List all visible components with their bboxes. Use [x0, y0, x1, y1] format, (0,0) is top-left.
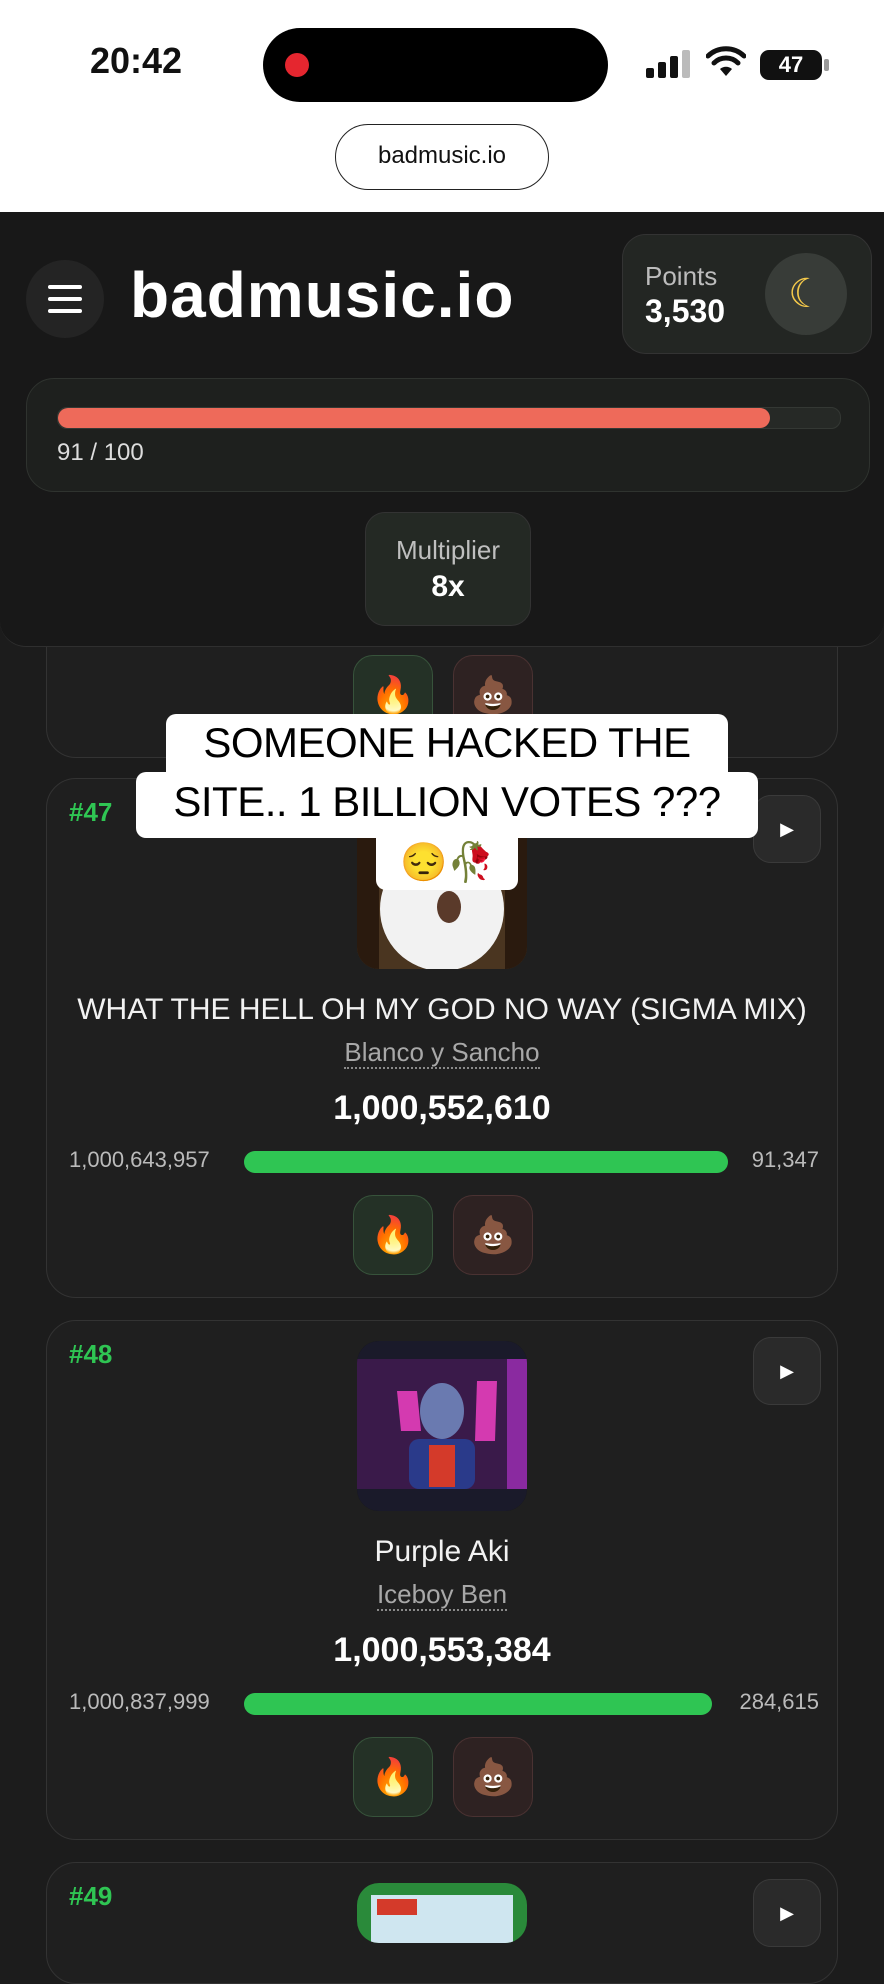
album-cover[interactable] — [357, 1341, 527, 1511]
fire-vote-button[interactable]: 🔥 — [353, 1737, 433, 1817]
points-value: 3,530 — [645, 293, 726, 329]
song-rank: #48 — [69, 1339, 113, 1369]
play-icon: ▶ — [780, 1361, 794, 1381]
hamburger-menu-icon — [48, 285, 82, 289]
song-card: #48 ▶ Purple Aki Iceboy Ben 1,000,553,38… — [46, 1320, 838, 1840]
vote-ratio-fill — [244, 1151, 728, 1173]
video-caption-line-2: SITE.. 1 BILLION VOTES ??? — [136, 772, 758, 838]
song-artist[interactable]: Blanco y Sancho — [47, 1037, 837, 1069]
fire-icon: 🔥 — [370, 1214, 416, 1255]
poop-icon: 💩 — [470, 674, 516, 715]
fire-vote-count: 1,000,643,957 — [69, 1147, 210, 1172]
song-rank: #47 — [69, 797, 113, 827]
cellular-signal-icon — [646, 50, 690, 78]
vote-ratio-row: 1,000,837,999 284,615 — [69, 1689, 819, 1719]
play-button[interactable]: ▶ — [753, 1337, 821, 1405]
vote-ratio-row: 1,000,643,957 91,347 — [69, 1147, 819, 1177]
site-logo[interactable]: badmusic.io — [130, 258, 514, 332]
fire-vote-button[interactable]: 🔥 — [353, 1195, 433, 1275]
battery-cap — [824, 59, 829, 71]
address-bar[interactable]: badmusic.io — [335, 124, 549, 190]
play-button[interactable]: ▶ — [753, 795, 821, 863]
song-title: Purple Aki — [374, 1535, 510, 1568]
song-rank: #49 — [69, 1881, 113, 1911]
dynamic-island — [263, 28, 608, 102]
poop-vote-button[interactable]: 💩 — [453, 1195, 533, 1275]
play-icon: ▶ — [780, 819, 794, 839]
theme-toggle-button[interactable]: ☾ — [765, 253, 847, 335]
multiplier-label: Multiplier — [395, 535, 501, 565]
album-cover-image — [357, 1883, 527, 1943]
points-card: Points 3,530 ☾ — [622, 234, 872, 354]
play-icon: ▶ — [780, 1903, 794, 1923]
vote-progress-fill — [58, 408, 770, 428]
video-caption-line-1: SOMEONE HACKED THE — [166, 714, 728, 772]
vote-ratio-bar — [244, 1151, 728, 1173]
multiplier-value: 8x — [431, 570, 465, 603]
song-artist[interactable]: Iceboy Ben — [47, 1579, 837, 1611]
poop-vote-count: 91,347 — [751, 1147, 819, 1172]
album-cover-image — [357, 1341, 527, 1511]
song-score: 1,000,552,610 — [333, 1089, 551, 1127]
status-bar: 20:42 47 badmusic.io — [0, 0, 884, 212]
vote-progress-bar — [57, 407, 841, 429]
vote-ratio-bar — [244, 1693, 712, 1715]
vote-progress-card: 91 / 100 — [26, 378, 870, 492]
recording-indicator-icon — [285, 53, 309, 77]
poop-vote-button[interactable]: 💩 — [453, 1737, 533, 1817]
wifi-icon — [706, 46, 746, 76]
moon-icon: ☾ — [788, 272, 824, 316]
play-button[interactable]: ▶ — [753, 1879, 821, 1947]
video-caption-line-3: 😔🥀 — [376, 836, 518, 890]
vote-progress-text: 91 / 100 — [57, 439, 144, 466]
status-time: 20:42 — [90, 40, 183, 81]
menu-button[interactable] — [26, 260, 104, 338]
song-card: #49 ▶ — [46, 1862, 838, 1984]
poop-icon: 💩 — [470, 1756, 516, 1797]
poop-icon: 💩 — [470, 1214, 516, 1255]
song-title: WHAT THE HELL OH MY GOD NO WAY (SIGMA MI… — [77, 993, 807, 1026]
points-label: Points — [645, 261, 718, 291]
fire-vote-count: 1,000,837,999 — [69, 1689, 210, 1714]
album-cover[interactable] — [357, 1883, 527, 1943]
fire-icon: 🔥 — [370, 674, 416, 715]
song-score: 1,000,553,384 — [333, 1631, 551, 1669]
poop-vote-count: 284,615 — [739, 1689, 819, 1714]
app-header: badmusic.io Points 3,530 ☾ 91 / 100 Mult… — [0, 212, 884, 647]
vote-ratio-fill — [244, 1693, 712, 1715]
fire-icon: 🔥 — [370, 1756, 416, 1797]
multiplier-badge: Multiplier 8x — [365, 512, 531, 626]
battery-icon: 47 — [760, 50, 822, 80]
